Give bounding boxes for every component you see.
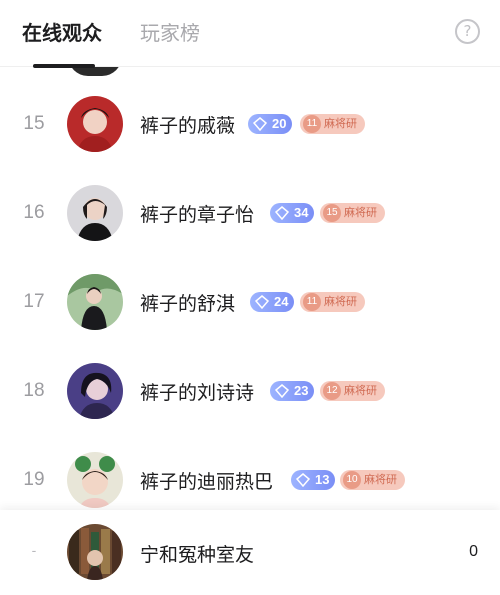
diamond-icon bbox=[253, 117, 267, 131]
viewer-list-panel: 在线观众 玩家榜 ? 15 裤子的戚薇 20 11 麻将研 16 裤子的章子怡 … bbox=[0, 0, 500, 595]
fan-level: 12 bbox=[323, 382, 341, 400]
fan-club-badge: 15 麻将研 bbox=[320, 203, 385, 223]
fan-club-badge: 10 麻将研 bbox=[340, 470, 405, 490]
self-score: 0 bbox=[469, 543, 478, 560]
self-rank: - bbox=[31, 542, 37, 558]
fan-club-name: 麻将研 bbox=[344, 206, 377, 219]
viewer-name: 裤子的章子怡 bbox=[140, 204, 255, 226]
list-item[interactable]: 15 裤子的戚薇 20 11 麻将研 bbox=[0, 88, 500, 164]
viewer-name: 裤子的迪丽热巴 bbox=[140, 471, 274, 493]
rank-number: 15 bbox=[23, 113, 45, 134]
help-icon[interactable]: ? bbox=[455, 19, 480, 44]
list-item[interactable]: 16 裤子的章子怡 34 15 麻将研 bbox=[0, 177, 500, 253]
diamond-icon bbox=[275, 206, 289, 220]
diamond-icon bbox=[255, 295, 269, 309]
self-avatar[interactable] bbox=[67, 524, 123, 580]
fan-level: 10 bbox=[343, 471, 361, 489]
avatar[interactable] bbox=[67, 185, 123, 241]
fan-club-badge: 11 麻将研 bbox=[300, 292, 365, 312]
avatar[interactable] bbox=[67, 452, 123, 508]
self-rank-row[interactable]: - 宁和冤种室友 0 bbox=[0, 510, 500, 595]
rank-number: 19 bbox=[23, 469, 45, 490]
tab-online-viewers[interactable]: 在线观众 bbox=[22, 20, 102, 46]
fan-club-name: 麻将研 bbox=[324, 117, 357, 130]
diamond-icon bbox=[275, 384, 289, 398]
rank-number: 17 bbox=[23, 291, 45, 312]
fan-club-badge: 11 麻将研 bbox=[300, 114, 365, 134]
fan-level: 11 bbox=[303, 115, 321, 133]
level-badge: 23 bbox=[270, 381, 315, 401]
fan-club-name: 麻将研 bbox=[324, 295, 357, 308]
level-value: 20 bbox=[272, 116, 287, 131]
level-value: 13 bbox=[315, 472, 330, 487]
list-item[interactable]: 19 裤子的迪丽热巴 13 10 麻将研 bbox=[0, 444, 500, 520]
viewer-name: 裤子的戚薇 bbox=[140, 115, 236, 137]
level-value: 23 bbox=[294, 383, 309, 398]
fan-club-name: 麻将研 bbox=[344, 384, 377, 397]
list-item[interactable]: 18 裤子的刘诗诗 23 12 麻将研 bbox=[0, 355, 500, 431]
level-value: 24 bbox=[274, 294, 289, 309]
fan-level: 11 bbox=[303, 293, 321, 311]
fan-level: 15 bbox=[323, 204, 341, 222]
diamond-icon bbox=[296, 473, 310, 487]
avatar[interactable] bbox=[67, 363, 123, 419]
level-badge: 20 bbox=[248, 114, 293, 134]
viewer-name: 裤子的舒淇 bbox=[140, 293, 236, 315]
level-badge: 24 bbox=[250, 292, 295, 312]
viewer-name: 裤子的刘诗诗 bbox=[140, 382, 255, 404]
list-item[interactable]: 17 裤子的舒淇 24 11 麻将研 bbox=[0, 266, 500, 342]
active-tab-indicator bbox=[33, 64, 95, 68]
fan-club-name: 麻将研 bbox=[364, 473, 397, 486]
level-badge: 13 bbox=[291, 470, 336, 490]
rank-number: 16 bbox=[23, 202, 45, 223]
rank-number: 18 bbox=[23, 380, 45, 401]
tab-leaderboard[interactable]: 玩家榜 bbox=[140, 20, 200, 46]
fan-club-badge: 12 麻将研 bbox=[320, 381, 385, 401]
panel-header: 在线观众 玩家榜 ? bbox=[0, 0, 500, 68]
level-badge: 34 bbox=[270, 203, 315, 223]
level-value: 34 bbox=[294, 205, 309, 220]
avatar[interactable] bbox=[67, 96, 123, 152]
avatar[interactable] bbox=[67, 274, 123, 330]
self-name: 宁和冤种室友 bbox=[140, 544, 255, 566]
